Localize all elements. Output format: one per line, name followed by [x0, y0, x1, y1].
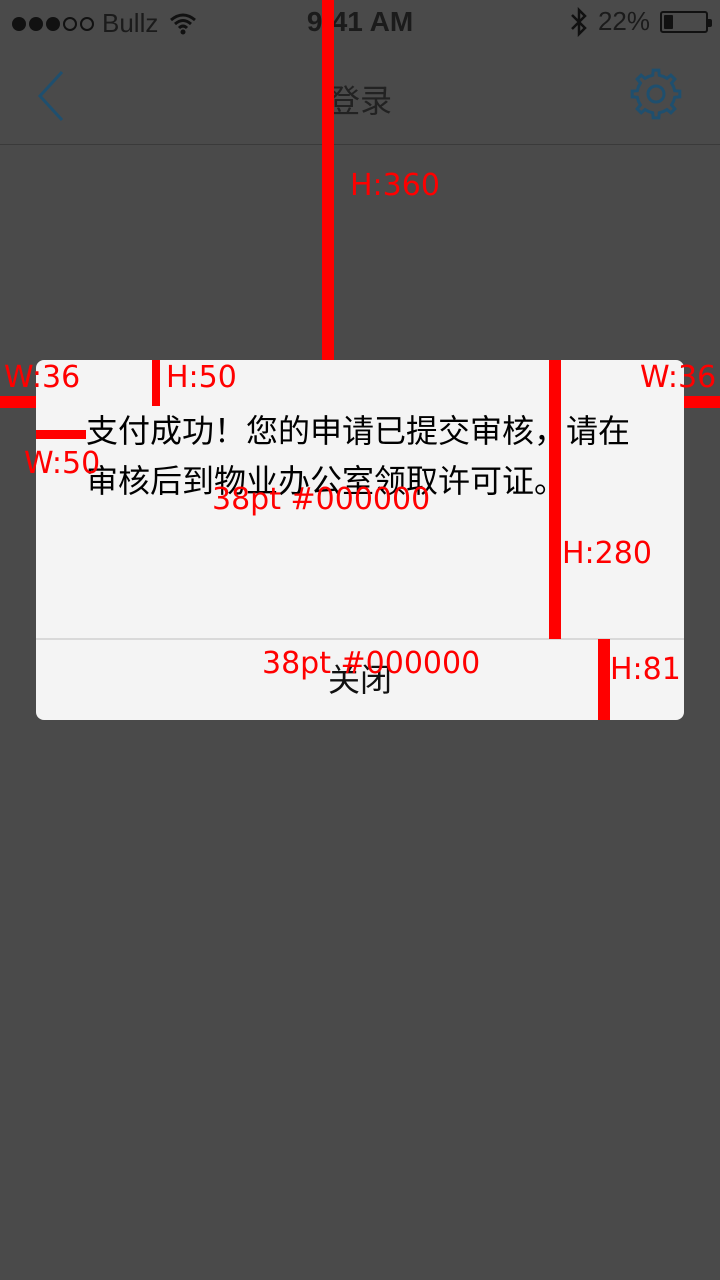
annotation-label-w50: W:50: [24, 446, 101, 481]
annotation-bar-top-height: [322, 0, 334, 360]
annotation-bar-left-padding: [36, 430, 86, 439]
annotation-bar-right-margin: [684, 396, 720, 408]
battery-percent: 22%: [597, 6, 650, 36]
annotation-label-message-font: 38pt #000000: [212, 482, 431, 517]
annotation-label-h280: H:280: [562, 536, 652, 571]
annotation-label-w36-right: W:36: [640, 360, 717, 395]
bluetooth-icon: [571, 6, 587, 37]
annotation-label-h81: H:81: [610, 652, 681, 687]
battery-icon: [660, 10, 712, 33]
annotation-bar-content-height: [549, 360, 561, 639]
page-title: 登录: [327, 82, 392, 120]
annotation-bar-button-height: [598, 639, 610, 720]
nav-divider: [0, 144, 720, 145]
annotation-label-w36-left: W:36: [4, 360, 81, 395]
annotation-bar-left-margin: [0, 396, 36, 408]
annotation-label-h50: H:50: [166, 360, 237, 395]
annotation-label-button-font: 38pt #000000: [262, 646, 481, 681]
navigation-bar: 登录: [0, 46, 720, 144]
status-right: 22%: [570, 6, 712, 37]
gear-icon[interactable]: [630, 68, 682, 120]
annotation-bar-top-padding: [152, 360, 160, 406]
annotation-label-h360: H:360: [350, 168, 440, 203]
status-bar: Bullz 9:41 AM 22%: [0, 0, 720, 46]
battery-fill: [664, 14, 673, 29]
